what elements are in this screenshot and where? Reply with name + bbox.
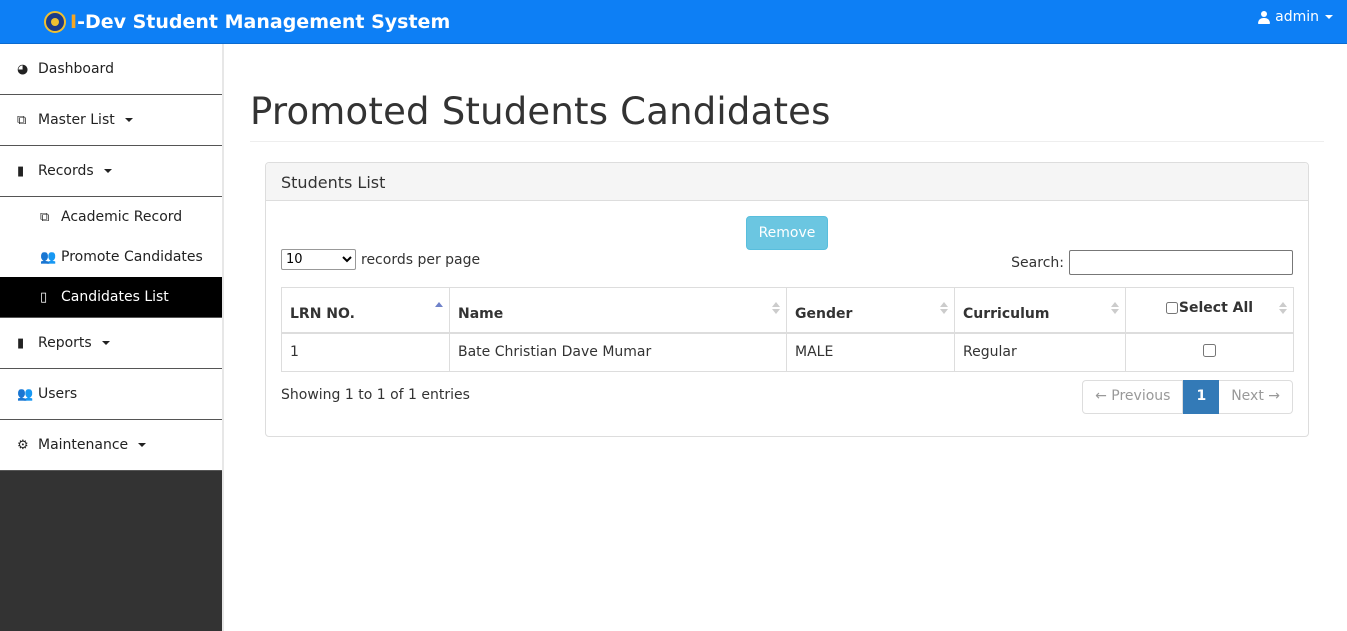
file-outline-icon: ▯ xyxy=(40,289,48,305)
top-navbar: I -Dev Student Management System admin xyxy=(0,0,1347,44)
sort-icon xyxy=(1279,302,1287,316)
page-title: Promoted Students Candidates xyxy=(250,90,831,133)
column-header-lrn[interactable]: LRN NO. xyxy=(281,287,450,334)
panel-title: Students List xyxy=(266,163,1308,201)
remove-button[interactable]: Remove xyxy=(746,216,828,250)
page-1-button[interactable]: 1 xyxy=(1183,380,1220,414)
users-icon: 👥 xyxy=(40,249,57,265)
cell-curriculum: Regular xyxy=(954,332,1126,372)
search-label: Search: xyxy=(1011,254,1064,271)
user-name: admin xyxy=(1275,9,1319,25)
next-page-button[interactable]: Next → xyxy=(1219,380,1293,414)
cell-name: Bate Christian Dave Mumar xyxy=(449,332,787,372)
select-all-label: Select All xyxy=(1178,299,1254,316)
select-all-checkbox[interactable] xyxy=(1165,301,1178,314)
caret-down-icon xyxy=(101,341,110,345)
cell-gender: MALE xyxy=(786,332,955,372)
sort-icon xyxy=(940,302,948,316)
sidebar-subitem-label: Candidates List xyxy=(61,289,169,305)
sidebar-item-label: Users xyxy=(38,386,78,402)
brand-initial: I xyxy=(70,11,78,33)
sidebar-item-users[interactable]: 👥 Users xyxy=(0,369,222,420)
select-all: Select All xyxy=(1165,299,1254,316)
sidebar-subitem-label: Promote Candidates xyxy=(61,249,203,265)
column-header-gender[interactable]: Gender xyxy=(786,287,955,334)
table-header-row: LRN NO. Name Gender Curriculum Select Al… xyxy=(281,287,1294,334)
records-per-page-label: records per page xyxy=(361,251,481,268)
sidebar-subitem-academic-record[interactable]: ⧉ Academic Record xyxy=(0,197,222,237)
dashboard-icon: ◕ xyxy=(17,61,29,77)
sort-icon xyxy=(772,302,780,316)
search-input[interactable] xyxy=(1069,250,1293,275)
cell-lrn: 1 xyxy=(281,332,450,372)
file-icon: ▮ xyxy=(17,335,25,351)
users-icon: 👥 xyxy=(17,386,34,402)
records-per-page-select[interactable]: 10 xyxy=(281,249,356,270)
records-per-page: 10 records per page xyxy=(281,249,480,270)
caret-down-icon xyxy=(138,443,147,447)
column-header-select-all[interactable]: Select All xyxy=(1125,287,1294,334)
row-checkbox[interactable] xyxy=(1203,343,1216,357)
file-icon: ▮ xyxy=(17,163,25,179)
column-header-name[interactable]: Name xyxy=(449,287,787,334)
main-content: Promoted Students Candidates Students Li… xyxy=(226,44,1347,631)
copy-icon: ⧉ xyxy=(17,112,27,128)
sidebar-item-label: Maintenance xyxy=(38,437,129,453)
sidebar: ◕ Dashboard ⧉ Master List ▮ Records ⧉ Ac… xyxy=(0,44,224,631)
column-header-curriculum[interactable]: Curriculum xyxy=(954,287,1126,334)
brand[interactable]: I -Dev Student Management System xyxy=(44,9,450,35)
school-logo-icon xyxy=(44,11,66,33)
column-header-label: Curriculum xyxy=(963,305,1050,322)
title-divider xyxy=(250,141,1324,142)
previous-page-button[interactable]: ← Previous xyxy=(1082,380,1184,414)
sidebar-item-dashboard[interactable]: ◕ Dashboard xyxy=(0,44,222,95)
table-info: Showing 1 to 1 of 1 entries xyxy=(281,387,470,403)
students-table: LRN NO. Name Gender Curriculum Select Al… xyxy=(281,287,1294,372)
pagination: ← Previous 1 Next → xyxy=(1082,380,1293,414)
students-panel: Students List Remove 10 records per page… xyxy=(265,162,1309,437)
column-header-label: LRN NO. xyxy=(290,305,355,322)
table-row: 1 Bate Christian Dave Mumar MALE Regular xyxy=(281,332,1294,372)
caret-down-icon xyxy=(124,118,133,122)
sidebar-item-records[interactable]: ▮ Records xyxy=(0,146,222,197)
sort-asc-icon xyxy=(435,302,443,316)
caret-down-icon xyxy=(103,169,112,173)
user-icon xyxy=(1258,10,1271,24)
sidebar-item-reports[interactable]: ▮ Reports xyxy=(0,318,222,369)
sidebar-item-label: Records xyxy=(38,163,94,179)
sidebar-item-master-list[interactable]: ⧉ Master List xyxy=(0,95,222,146)
sidebar-item-maintenance[interactable]: ⚙ Maintenance xyxy=(0,420,222,471)
column-header-label: Gender xyxy=(795,305,853,322)
sidebar-subitem-candidates-list[interactable]: ▯ Candidates List xyxy=(0,277,222,317)
brand-title: -Dev Student Management System xyxy=(77,11,451,33)
copy-icon: ⧉ xyxy=(40,209,50,225)
sort-icon xyxy=(1111,302,1119,316)
sidebar-subitem-label: Academic Record xyxy=(61,209,183,225)
user-menu[interactable]: admin xyxy=(1258,9,1333,25)
caret-down-icon xyxy=(1325,15,1333,19)
sidebar-item-label: Reports xyxy=(38,335,92,351)
column-header-label: Name xyxy=(458,305,504,322)
sidebar-item-label: Master List xyxy=(38,112,115,128)
search-box: Search: xyxy=(1011,250,1293,275)
sidebar-subitem-promote-candidates[interactable]: 👥 Promote Candidates xyxy=(0,237,222,277)
gears-icon: ⚙ xyxy=(17,437,29,453)
cell-select xyxy=(1125,332,1294,372)
sidebar-item-label: Dashboard xyxy=(38,61,114,77)
records-submenu: ⧉ Academic Record 👥 Promote Candidates ▯… xyxy=(0,197,222,318)
